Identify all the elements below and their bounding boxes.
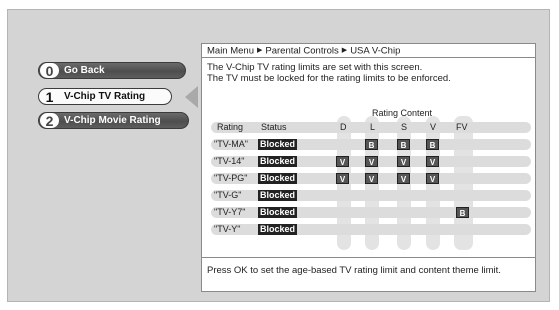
help-footer: Press OK to set the age-based TV rating … <box>202 257 535 291</box>
table-row[interactable]: "TV-MA" Blocked B B B <box>211 139 531 150</box>
header-v: V <box>430 122 437 132</box>
status-badge[interactable]: Blocked <box>258 139 298 150</box>
status-badge[interactable]: Blocked <box>258 156 298 167</box>
rating-tv-ma: "TV-MA" <box>214 139 248 149</box>
mark-l-tv-14[interactable]: V <box>365 156 378 167</box>
mark-s-tv-14[interactable]: V <box>397 156 410 167</box>
breadcrumb-usa-vchip: USA V-Chip <box>350 45 401 57</box>
rating-tv-pg: "TV-PG" <box>214 173 248 183</box>
mark-d-tv-pg[interactable]: V <box>336 173 349 184</box>
breadcrumb-parental-controls[interactable]: Parental Controls <box>265 46 338 57</box>
table-row[interactable]: "TV-PG" Blocked V V V V <box>211 173 531 184</box>
selection-pointer-icon <box>185 86 198 108</box>
vchip-tv-rating-button[interactable]: 1 V-Chip TV Rating <box>38 88 172 105</box>
header-status: Status <box>261 122 287 132</box>
description-line-2: The TV must be locked for the rating lim… <box>207 73 451 84</box>
tv-screen: 0 Go Back 1 V-Chip TV Rating 2 V-Chip Mo… <box>7 9 550 302</box>
mark-l-tv-pg[interactable]: V <box>365 173 378 184</box>
mark-l-tv-ma[interactable]: B <box>365 139 378 150</box>
breadcrumb-arrow-icon: ▶ <box>257 47 263 54</box>
mark-s-tv-ma[interactable]: B <box>397 139 410 150</box>
mark-v-tv-14[interactable]: V <box>426 156 439 167</box>
header-rating: Rating <box>217 122 244 132</box>
mark-fv-tv-y7[interactable]: B <box>456 207 469 218</box>
table-header: Rating Status D L S V FV <box>211 122 531 133</box>
vchip-tv-rating-label: V-Chip TV Rating <box>64 91 146 102</box>
description-line-1: The V-Chip TV rating limits are set with… <box>207 62 423 73</box>
vchip-movie-rating-label: V-Chip Movie Rating <box>64 115 161 126</box>
breadcrumb-arrow-icon: ▶ <box>341 47 348 54</box>
header-s: S <box>401 122 408 132</box>
table-row[interactable]: "TV-Y" Blocked <box>211 224 531 235</box>
breadcrumb-main-menu[interactable]: Main Menu <box>207 46 254 57</box>
header-l: L <box>370 122 376 132</box>
status-badge[interactable]: Blocked <box>258 224 298 235</box>
table-row[interactable]: "TV-Y7" Blocked B <box>211 207 531 218</box>
vchip-panel: Main Menu ▶ Parental Controls ▶ USA V-Chip T… <box>201 43 536 292</box>
go-back-label: Go Back <box>64 65 105 76</box>
table-row[interactable]: "TV-G" Blocked <box>211 190 531 201</box>
help-text: Press OK to set the age-based TV rating … <box>207 265 501 276</box>
description: The V-Chip TV rating limits are set with… <box>207 62 451 84</box>
status-badge[interactable]: Blocked <box>258 173 298 184</box>
rating-tv-y: "TV-Y" <box>214 224 241 234</box>
go-back-number: 0 <box>40 63 59 79</box>
header-d: D <box>340 122 347 132</box>
rating-tv-14: "TV-14" <box>214 156 245 166</box>
header-fv: FV <box>456 122 468 132</box>
mark-d-tv-14[interactable]: V <box>336 156 349 167</box>
rating-tv-g: "TV-G" <box>214 190 242 200</box>
mark-v-tv-ma[interactable]: B <box>426 139 439 150</box>
status-badge[interactable]: Blocked <box>258 190 298 201</box>
vchip-movie-rating-number: 2 <box>40 113 59 129</box>
mark-s-tv-pg[interactable]: V <box>397 173 410 184</box>
table-row[interactable]: "TV-14" Blocked V V V V <box>211 156 531 167</box>
status-badge[interactable]: Blocked <box>258 207 298 218</box>
vchip-movie-rating-button[interactable]: 2 V-Chip Movie Rating <box>38 112 189 129</box>
mark-v-tv-pg[interactable]: V <box>426 173 439 184</box>
breadcrumb: Main Menu ▶ Parental Controls ▶ USA V-Chip <box>202 44 535 58</box>
rating-tv-y7: "TV-Y7" <box>214 207 246 217</box>
vchip-tv-rating-number: 1 <box>45 88 54 105</box>
go-back-button[interactable]: 0 Go Back <box>38 62 186 79</box>
